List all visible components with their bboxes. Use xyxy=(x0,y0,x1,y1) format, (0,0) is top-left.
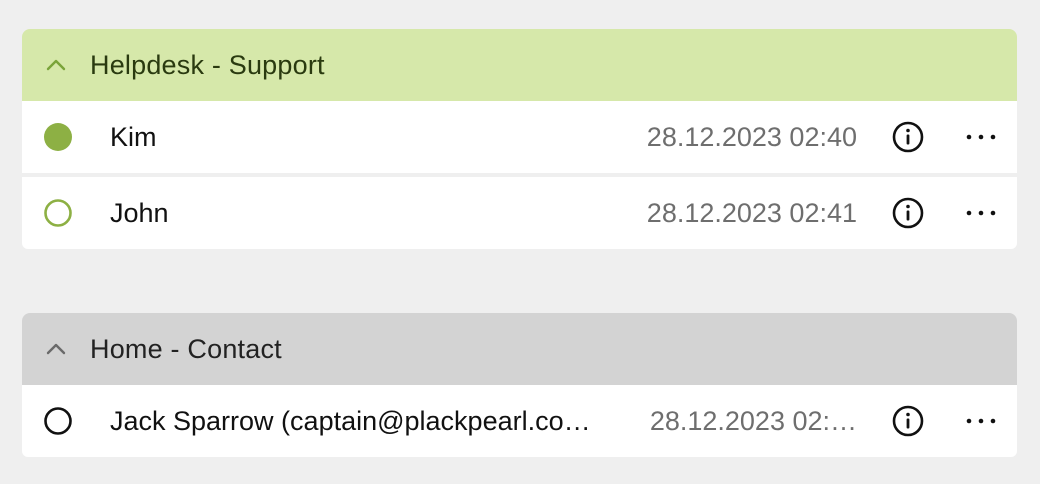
group-title: Home - Contact xyxy=(90,333,282,364)
timestamp: 28.12.2023 02:… xyxy=(649,405,857,436)
status-online-icon xyxy=(44,123,72,151)
group-header[interactable]: Helpdesk - Support xyxy=(22,29,1017,101)
status-neutral-icon xyxy=(44,407,72,435)
contact-name: Kim xyxy=(110,121,157,152)
timestamp: 28.12.2023 02:41 xyxy=(646,197,857,228)
list-item[interactable]: Kim 28.12.2023 02:40 xyxy=(22,101,1017,177)
more-horizontal-icon[interactable] xyxy=(963,411,999,431)
group-header[interactable]: Home - Contact xyxy=(22,313,1017,385)
chevron-up-icon[interactable] xyxy=(44,56,68,74)
status-offline-icon xyxy=(44,199,72,227)
info-circle-icon[interactable] xyxy=(891,196,925,230)
group-title: Helpdesk - Support xyxy=(90,49,325,80)
contact-name: John xyxy=(110,197,169,228)
contact-name: Jack Sparrow (captain@plackpearl.co… xyxy=(110,405,591,436)
list-item[interactable]: Jack Sparrow (captain@plackpearl.co… 28.… xyxy=(22,385,1017,457)
timestamp: 28.12.2023 02:40 xyxy=(646,121,857,152)
info-circle-icon[interactable] xyxy=(891,120,925,154)
group-home-contact: Home - Contact Jack Sparrow (captain@pla… xyxy=(22,313,1017,457)
chevron-up-icon[interactable] xyxy=(44,340,68,358)
info-circle-icon[interactable] xyxy=(891,404,925,438)
more-horizontal-icon[interactable] xyxy=(963,127,999,147)
group-helpdesk-support: Helpdesk - Support Kim 28.12.2023 02:40 … xyxy=(22,29,1017,249)
more-horizontal-icon[interactable] xyxy=(963,203,999,223)
list-item[interactable]: John 28.12.2023 02:41 xyxy=(22,177,1017,249)
